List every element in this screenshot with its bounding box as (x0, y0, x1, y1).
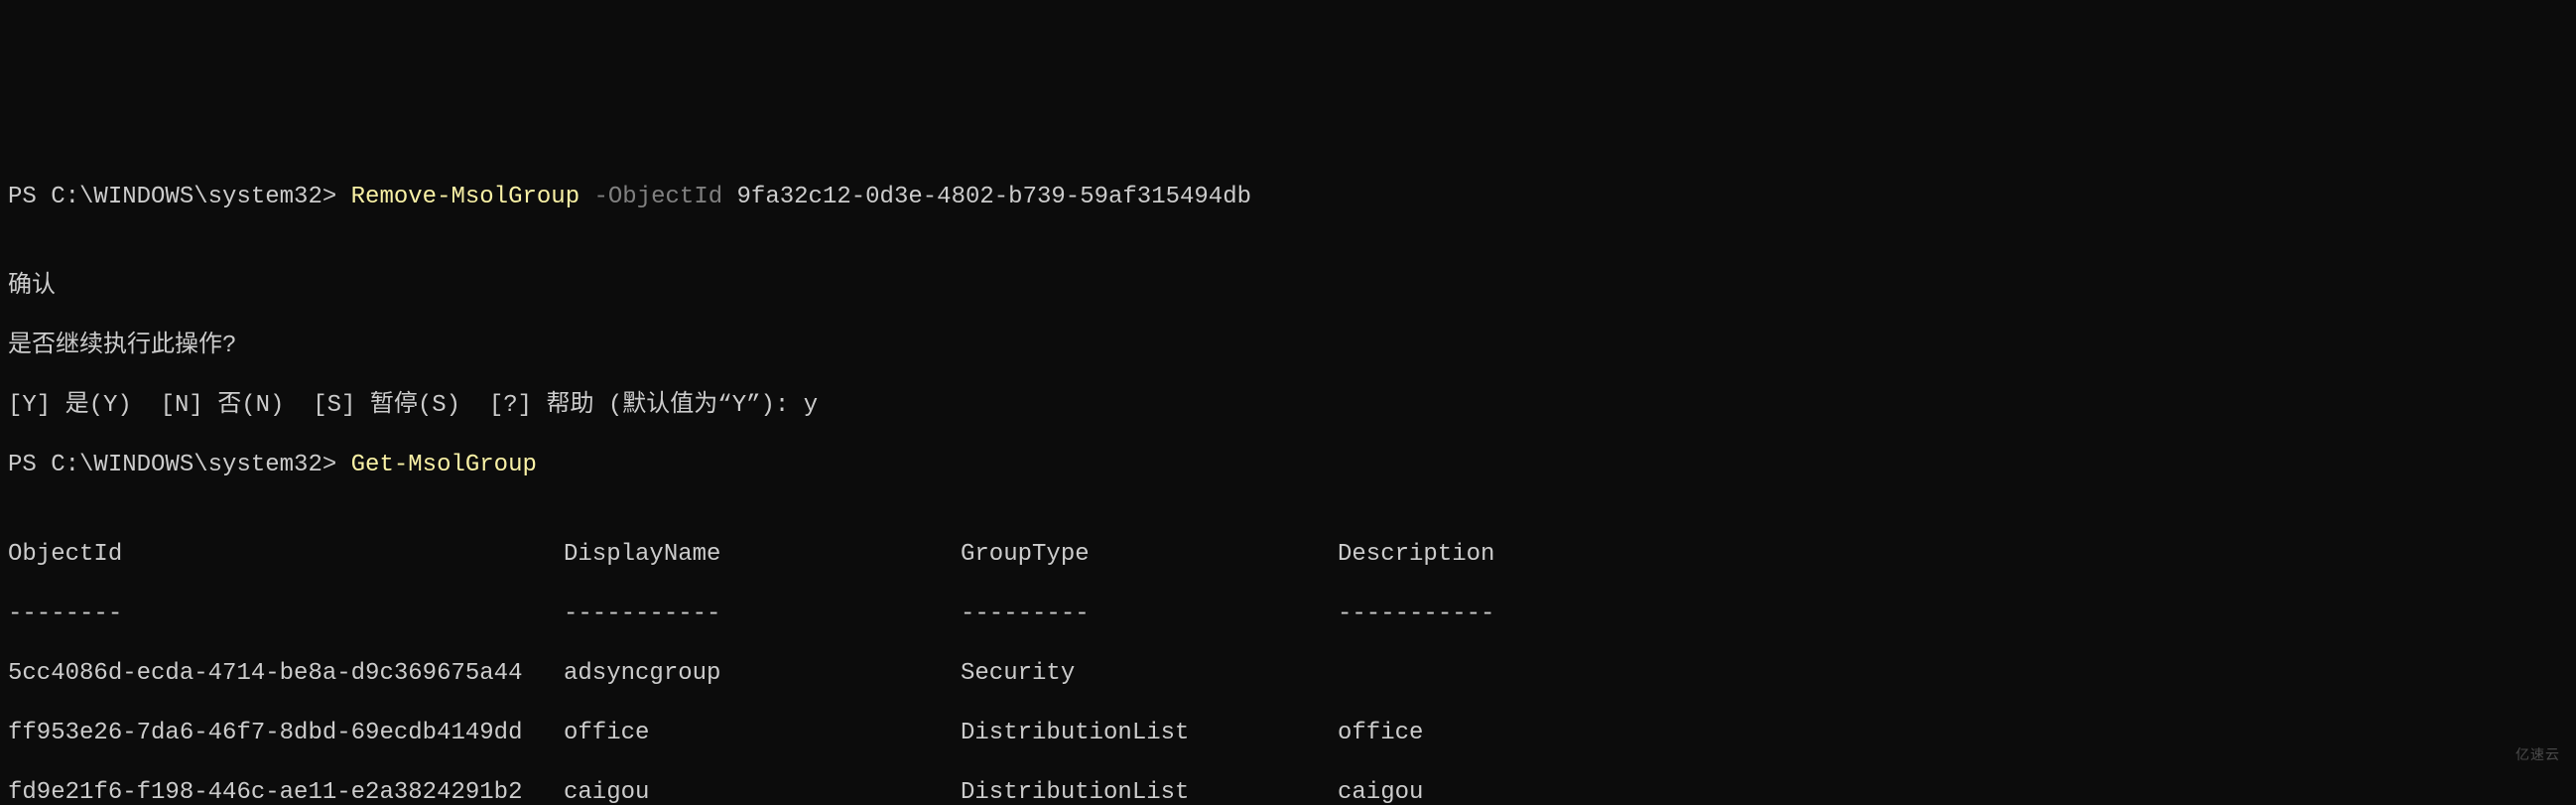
cell-grouptype: DistributionList (961, 719, 1338, 748)
cell-objectid: ff953e26-7da6-46f7-8dbd-69ecdb4149dd (8, 719, 564, 748)
divider: ----------- (564, 600, 961, 629)
cell-displayname: caigou (564, 778, 961, 805)
cell-grouptype: Security (961, 659, 1338, 689)
option-help-default: [?] 帮助 (默认值为“Y”): (489, 392, 804, 419)
option-no: [N] 否(N) (161, 392, 314, 419)
cell-description: caigou (1338, 778, 1423, 805)
cell-displayname: office (564, 719, 961, 748)
divider: ----------- (1338, 600, 1494, 629)
cell-description: office (1338, 719, 1423, 748)
cmdlet-get-msolgroup: Get-MsolGroup (351, 452, 537, 478)
confirm-question: 是否继续执行此操作? (8, 332, 2568, 361)
divider: --------- (961, 600, 1338, 629)
objectid-value: 9fa32c12-0d3e-4802-b739-59af315494db (737, 184, 1251, 210)
table-row: ff953e26-7da6-46f7-8dbd-69ecdb4149ddoffi… (8, 719, 2568, 748)
confirm-title: 确认 (8, 272, 2568, 302)
cell-displayname: adsyncgroup (564, 659, 961, 689)
table-header-row: ObjectIdDisplayNameGroupTypeDescription (8, 540, 2568, 570)
command-line-2: PS C:\WINDOWS\system32> Get-MsolGroup (8, 451, 2568, 480)
table-row: fd9e21f6-f198-446c-ae11-e2a3824291b2caig… (8, 778, 2568, 805)
param-objectid: -ObjectId (594, 184, 723, 210)
ps-prompt: PS C:\WINDOWS\system32> (8, 452, 351, 478)
cell-grouptype: DistributionList (961, 778, 1338, 805)
header-objectid: ObjectId (8, 540, 564, 570)
cell-objectid: fd9e21f6-f198-446c-ae11-e2a3824291b2 (8, 778, 564, 805)
powershell-terminal[interactable]: PS C:\WINDOWS\system32> Remove-MsolGroup… (0, 149, 2576, 805)
header-grouptype: GroupType (961, 540, 1338, 570)
option-suspend: [S] 暂停(S) (313, 392, 489, 419)
option-yes: [Y] 是(Y) (8, 392, 161, 419)
header-displayname: DisplayName (564, 540, 961, 570)
ps-prompt: PS C:\WINDOWS\system32> (8, 184, 351, 210)
divider: -------- (8, 600, 564, 629)
cmdlet-remove-msolgroup: Remove-MsolGroup (351, 184, 580, 210)
table-divider-row: --------------------------------------- (8, 600, 2568, 629)
confirm-options: [Y] 是(Y) [N] 否(N) [S] 暂停(S) [?] 帮助 (默认值为… (8, 391, 2568, 421)
user-answer[interactable]: y (804, 392, 818, 419)
cell-objectid: 5cc4086d-ecda-4714-be8a-d9c369675a44 (8, 659, 564, 689)
header-description: Description (1338, 540, 1494, 570)
command-line-1: PS C:\WINDOWS\system32> Remove-MsolGroup… (8, 183, 2568, 212)
table-row: 5cc4086d-ecda-4714-be8a-d9c369675a44adsy… (8, 659, 2568, 689)
